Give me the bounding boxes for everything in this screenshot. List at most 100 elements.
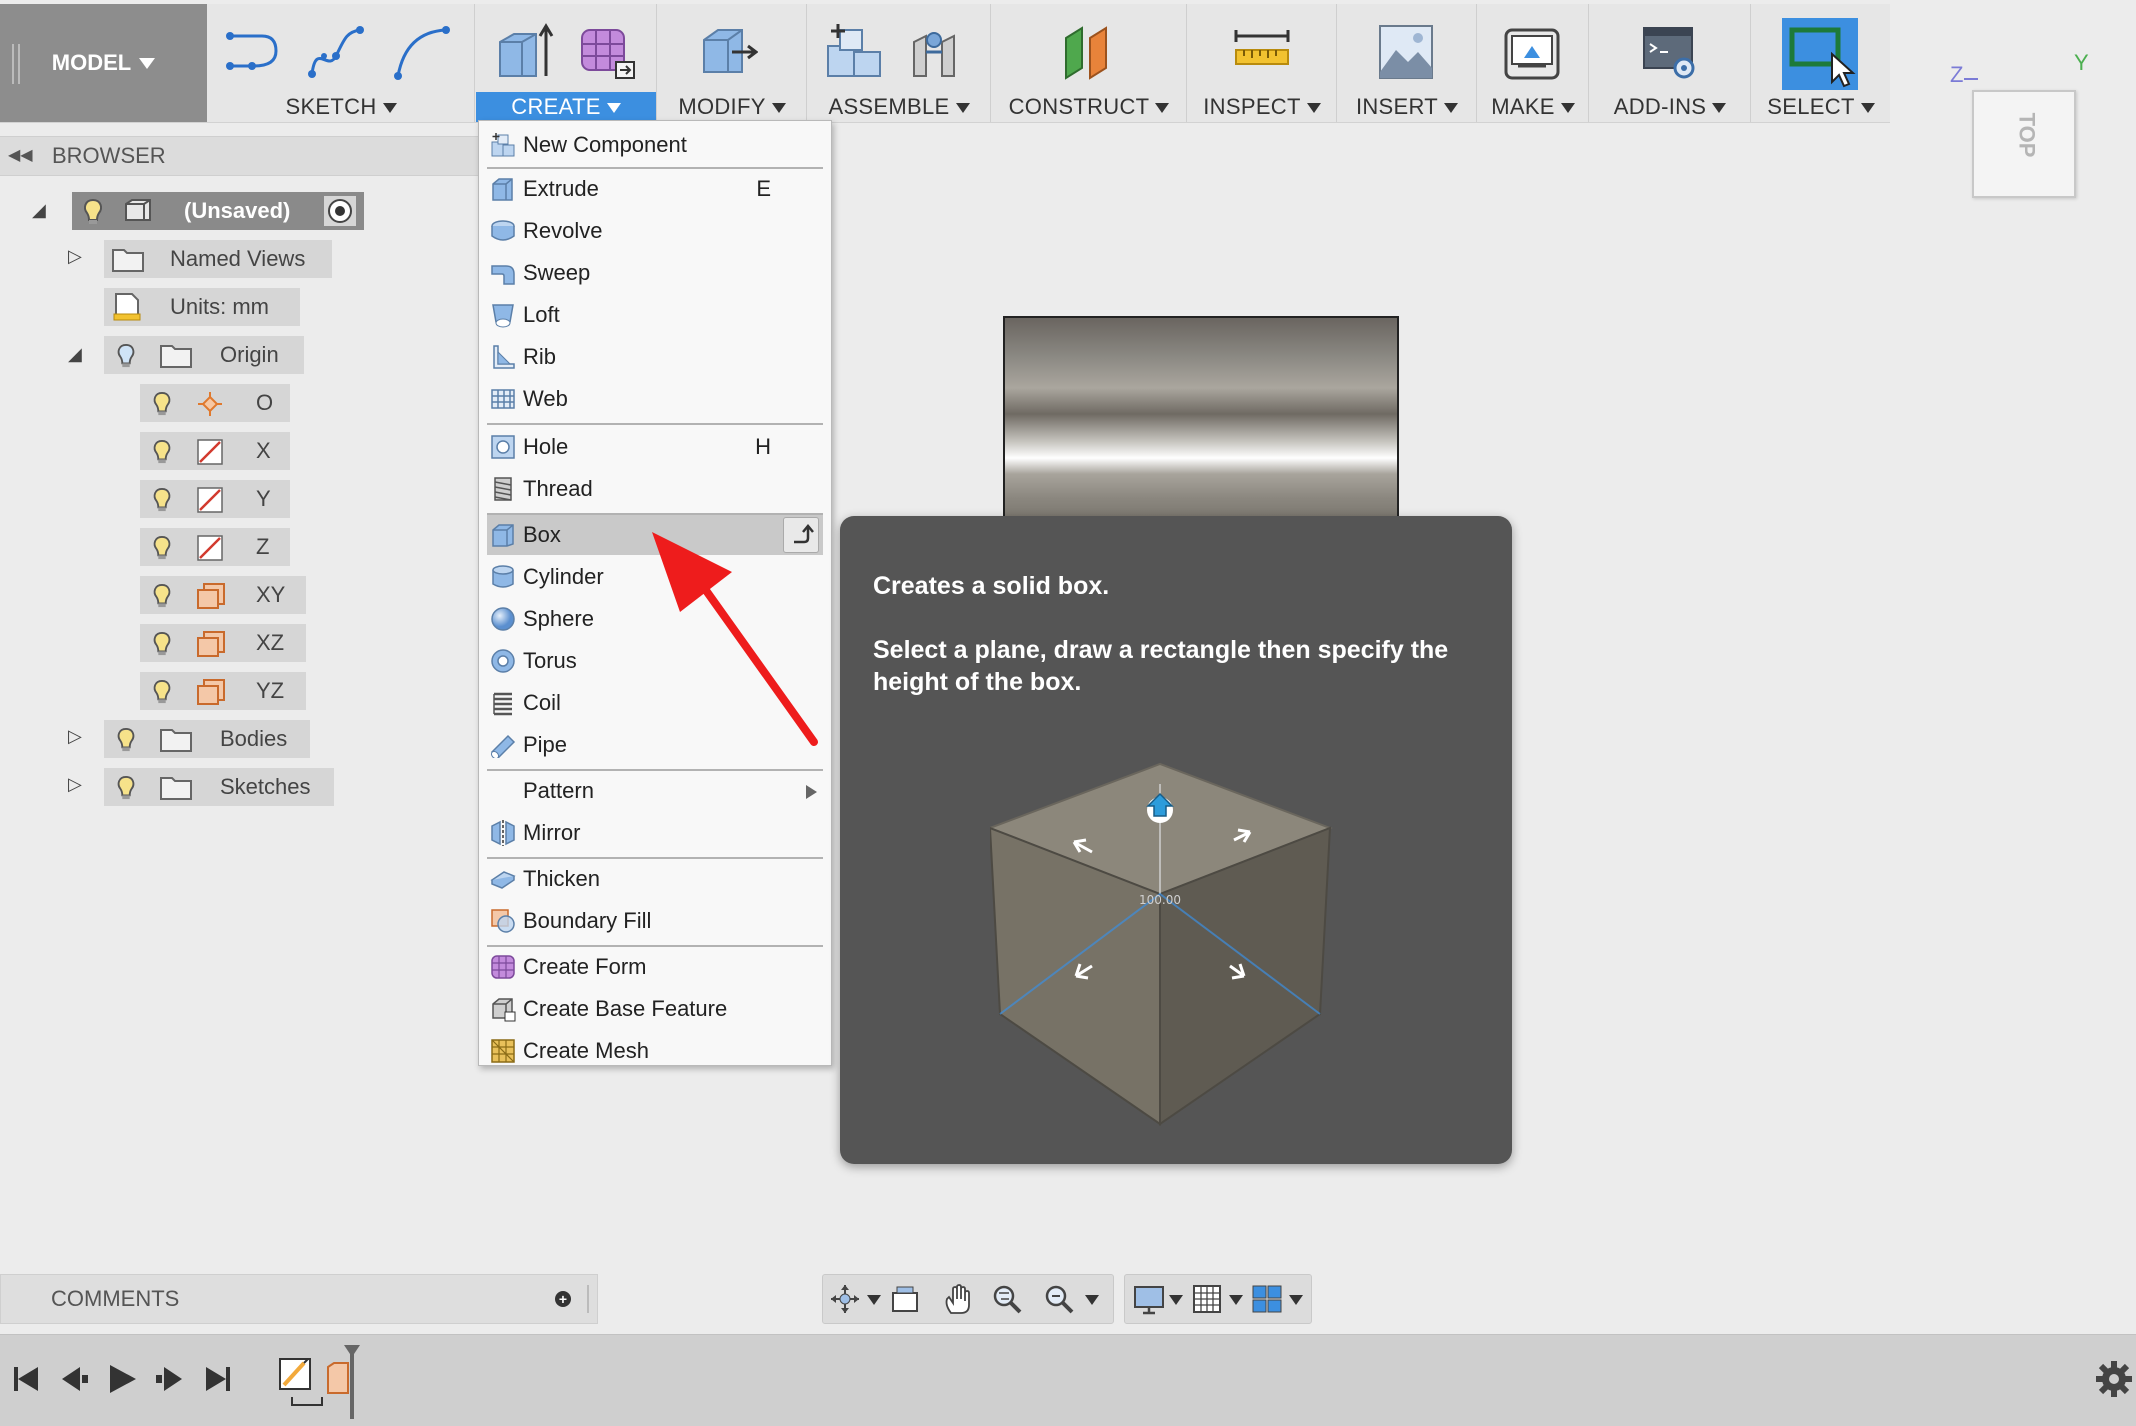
orbit-dropdown-icon[interactable] [867, 1295, 881, 1305]
x-axis-node[interactable]: X [140, 432, 290, 470]
select-icon[interactable] [1782, 18, 1858, 90]
step-forward-icon[interactable] [152, 1359, 188, 1399]
units-node[interactable]: Units: mm [104, 288, 300, 326]
3d-print-icon[interactable] [1502, 22, 1562, 82]
timeline-marker-icon[interactable] [344, 1345, 360, 1357]
line-sketch-icon[interactable] [222, 22, 282, 82]
sketch-group[interactable]: SKETCH [208, 4, 475, 122]
activate-radio-icon[interactable] [324, 196, 356, 226]
menu-item-create-base-feature[interactable]: Create Base Feature [487, 989, 823, 1029]
create-form-icon[interactable] [576, 22, 636, 82]
viewports-dropdown-icon[interactable] [1289, 1295, 1303, 1305]
select-group[interactable]: SELECT [1752, 4, 1890, 122]
make-group[interactable]: MAKE [1478, 4, 1589, 122]
spline-icon[interactable] [306, 22, 366, 82]
z-axis-node[interactable]: Z [140, 528, 290, 566]
insert-canvas-icon[interactable] [1376, 22, 1436, 82]
zoom-icon[interactable] [991, 1283, 1023, 1315]
press-pull-icon[interactable] [698, 22, 758, 82]
scripts-addins-icon[interactable] [1640, 22, 1700, 82]
collapsed-triangle-icon[interactable]: ▷ [68, 246, 82, 267]
viewcube-top-face[interactable]: TOP [1972, 90, 2076, 198]
menu-item-hole[interactable]: Hole H [487, 427, 823, 467]
display-dropdown-icon[interactable] [1169, 1295, 1183, 1305]
menu-item-sweep[interactable]: Sweep [487, 253, 823, 293]
play-icon[interactable] [104, 1359, 140, 1399]
orbit-icon[interactable] [829, 1283, 861, 1315]
fit-zoom-icon[interactable] [1043, 1283, 1075, 1315]
workspace-switcher-button[interactable]: MODEL [0, 4, 207, 122]
lightbulb-icon[interactable] [150, 438, 174, 466]
arc-icon[interactable] [392, 22, 452, 82]
lightbulb-icon[interactable] [114, 774, 138, 802]
add-comment-icon[interactable]: + [555, 1291, 571, 1307]
timeline-extrude-feature-icon[interactable] [324, 1343, 384, 1423]
menu-item-loft[interactable]: Loft [487, 295, 823, 335]
collapsed-triangle-icon[interactable]: ▷ [68, 774, 82, 795]
menu-item-boundary-fill[interactable]: Boundary Fill [487, 901, 823, 941]
xz-plane-node[interactable]: XZ [140, 624, 306, 662]
menu-item-rib[interactable]: Rib [487, 337, 823, 377]
cylinder-body[interactable] [1003, 316, 1399, 518]
measure-icon[interactable] [1232, 22, 1292, 82]
viewcube[interactable]: Z Y X TOP [1950, 50, 2110, 200]
menu-item-pattern[interactable]: Pattern [487, 771, 823, 811]
zoom-dropdown-icon[interactable] [1085, 1295, 1099, 1305]
expand-triangle-icon[interactable]: ◢ [68, 344, 82, 365]
pan-hand-icon[interactable] [941, 1283, 973, 1315]
root-component-node[interactable]: (Unsaved) [72, 192, 364, 230]
add-ins-group[interactable]: ADD-INS [1590, 4, 1751, 122]
display-settings-icon[interactable] [1133, 1283, 1165, 1315]
assemble-group[interactable]: ASSEMBLE [808, 4, 991, 122]
step-back-icon[interactable] [56, 1359, 92, 1399]
lightbulb-icon[interactable] [80, 198, 106, 226]
offset-plane-icon[interactable] [1058, 22, 1118, 82]
named-views-node[interactable]: Named Views [104, 240, 332, 278]
lightbulb-icon[interactable] [150, 534, 174, 562]
menu-item-revolve[interactable]: Revolve [487, 211, 823, 251]
go-to-start-icon[interactable] [8, 1359, 44, 1399]
browser-header[interactable]: ◀◀ BROWSER [0, 136, 478, 176]
modify-group[interactable]: MODIFY [658, 4, 807, 122]
go-to-end-icon[interactable] [200, 1359, 236, 1399]
menu-item-new-component[interactable]: New Component [487, 125, 823, 165]
extrude-icon[interactable] [496, 22, 556, 82]
lightbulb-icon[interactable] [114, 342, 138, 370]
joint-icon[interactable] [908, 22, 968, 82]
yz-plane-node[interactable]: YZ [140, 672, 306, 710]
viewports-icon[interactable] [1251, 1283, 1283, 1315]
bodies-node[interactable]: Bodies [104, 720, 310, 758]
lightbulb-icon[interactable] [150, 678, 174, 706]
lightbulb-icon[interactable] [150, 582, 174, 610]
insert-group[interactable]: INSERT [1338, 4, 1477, 122]
xy-plane-node[interactable]: XY [140, 576, 306, 614]
menu-item-thread[interactable]: Thread [487, 469, 823, 509]
lightbulb-icon[interactable] [150, 486, 174, 514]
panel-grip[interactable] [587, 1285, 592, 1313]
origin-point-node[interactable]: O [140, 384, 290, 422]
menu-item-create-form[interactable]: Create Form [487, 947, 823, 987]
collapse-panel-icon[interactable]: ◀◀ [8, 137, 33, 175]
menu-item-web[interactable]: Web [487, 379, 823, 419]
timeline-sketch-feature-icon[interactable] [278, 1353, 328, 1409]
lightbulb-icon[interactable] [114, 726, 138, 754]
origin-node[interactable]: Origin [104, 336, 304, 374]
sketches-node[interactable]: Sketches [104, 768, 334, 806]
new-component-icon[interactable] [824, 22, 884, 82]
menu-item-thicken[interactable]: Thicken [487, 859, 823, 899]
create-group[interactable]: CREATE [476, 4, 657, 122]
collapsed-triangle-icon[interactable]: ▷ [68, 726, 82, 747]
toolbar-grip[interactable] [12, 44, 20, 84]
grid-icon[interactable] [1191, 1283, 1223, 1315]
menu-item-extrude[interactable]: Extrude E [487, 169, 823, 209]
construct-group[interactable]: CONSTRUCT [992, 4, 1187, 122]
grid-dropdown-icon[interactable] [1229, 1295, 1243, 1305]
gear-icon[interactable] [2094, 1359, 2134, 1399]
menu-item-mirror[interactable]: Mirror [487, 813, 823, 853]
look-at-icon[interactable] [889, 1283, 921, 1315]
inspect-group[interactable]: INSPECT [1188, 4, 1337, 122]
menu-item-create-mesh[interactable]: Create Mesh [487, 1031, 823, 1071]
comments-panel[interactable]: COMMENTS + [0, 1274, 598, 1324]
expand-triangle-icon[interactable]: ◢ [32, 200, 46, 221]
lightbulb-icon[interactable] [150, 630, 174, 658]
